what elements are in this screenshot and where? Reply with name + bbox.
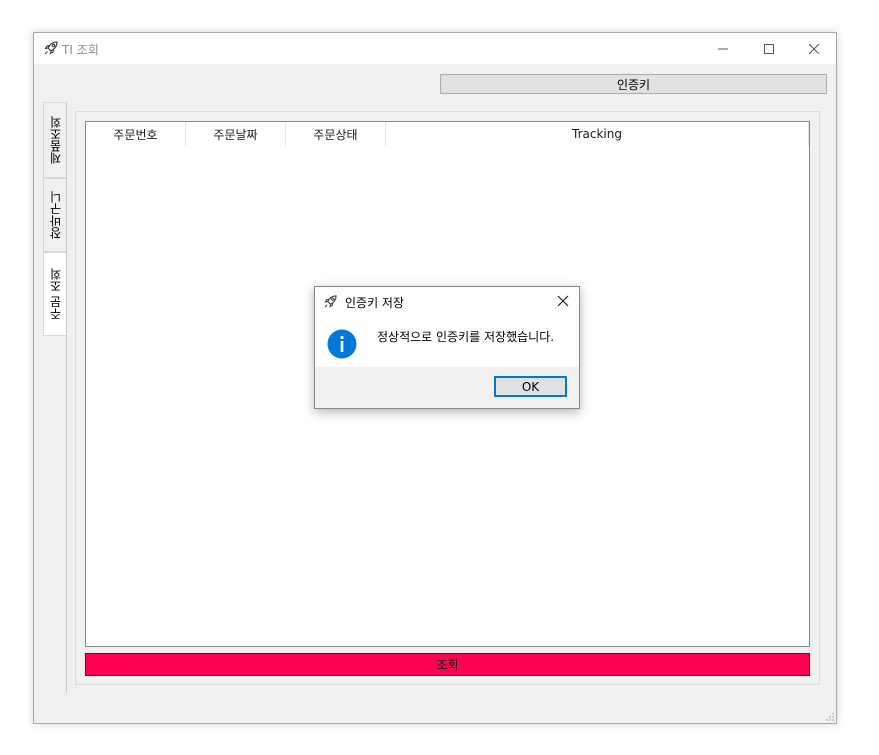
tab-order-search[interactable]: 주문 조회 [43,252,66,336]
ok-button[interactable]: OK [494,376,567,397]
dialog-body: 인증키 저장 정상적으로 인증키를 저장했습니다. [315,287,579,367]
rocket-icon [44,41,58,55]
message-dialog: 인증키 저장 정상적으로 인증키를 저장했습니다. OK [314,286,580,409]
minimize-icon [718,48,728,49]
column-header-order-date[interactable]: 주문날짜 [186,122,286,146]
window-title: TI 조회 [62,43,99,57]
info-icon [327,329,357,359]
table-header: 주문번호 주문날짜 주문상태 Tracking [86,122,809,146]
minimize-button[interactable] [700,33,746,64]
auth-key-button[interactable]: 인증키 [440,74,827,94]
query-button[interactable]: 조회 [85,653,810,676]
tab-cart[interactable]: 장바구니 [43,178,66,252]
close-button[interactable] [791,33,837,64]
tab-label: 제품조회 [48,116,63,164]
column-header-order-number[interactable]: 주문번호 [86,122,186,146]
tab-label: 장바구니 [48,191,63,239]
tab-label: 주문 조회 [48,268,63,320]
resize-grip-icon[interactable] [826,713,834,721]
title-bar[interactable]: TI 조회 [34,33,836,64]
maximize-button[interactable] [746,33,792,64]
dialog-message: 정상적으로 인증키를 저장했습니다. [377,330,555,344]
close-icon [809,43,819,54]
column-header-tracking[interactable]: Tracking [386,122,809,146]
vertical-tab-strip: 제품조회 장바구니 주문 조회 [43,102,67,693]
maximize-icon [764,43,774,54]
tab-product-search[interactable]: 제품조회 [43,102,66,178]
dialog-close-icon[interactable] [555,293,571,309]
column-header-order-status[interactable]: 주문상태 [286,122,386,146]
rocket-icon [324,295,337,308]
dialog-title: 인증키 저장 [345,296,405,310]
